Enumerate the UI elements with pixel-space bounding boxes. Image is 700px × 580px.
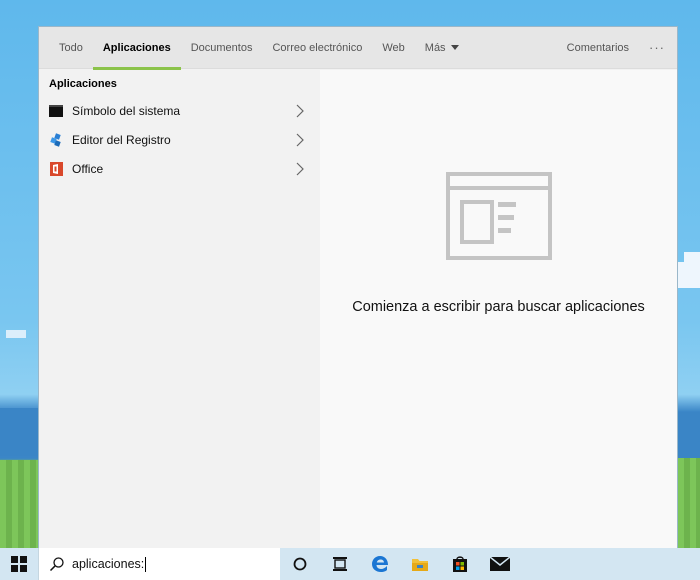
result-item-label: Office	[72, 161, 104, 176]
preview-pane: Comienza a escribir para buscar aplicaci…	[320, 70, 677, 548]
empty-state-hint: Comienza a escribir para buscar aplicaci…	[352, 299, 645, 315]
tab-label: Web	[382, 41, 405, 54]
chevron-right-icon[interactable]	[296, 162, 304, 176]
result-item-label: Editor del Registro	[72, 132, 171, 147]
more-options-icon[interactable]: ···	[639, 40, 677, 55]
app-window-icon	[446, 172, 552, 260]
store-icon[interactable]	[440, 548, 480, 580]
search-flyout: Todo Aplicaciones Documentos Correo elec…	[38, 26, 678, 548]
file-explorer-icon[interactable]	[400, 548, 440, 580]
tab-web[interactable]: Web	[372, 27, 414, 69]
search-icon	[49, 557, 64, 572]
result-item-label: Símbolo del sistema	[72, 103, 181, 118]
tab-documentos[interactable]: Documentos	[181, 27, 263, 69]
tab-todo[interactable]: Todo	[39, 27, 93, 69]
tab-correo-electronico[interactable]: Correo electrónico	[262, 27, 372, 69]
feedback-link[interactable]: Comentarios	[557, 42, 639, 54]
result-item-simbolo-del-sistema[interactable]: Símbolo del sistema	[39, 96, 320, 125]
tab-label: Aplicaciones	[102, 41, 171, 54]
search-input-text: aplicaciones:	[72, 557, 145, 571]
chevron-right-icon[interactable]	[296, 104, 304, 118]
tab-label: Correo electrónico	[272, 41, 363, 54]
results-pane: Aplicaciones Símbolo del sistema Editor …	[39, 70, 320, 548]
caret-down-icon	[450, 45, 459, 50]
cortana-icon[interactable]	[280, 548, 320, 580]
tab-mas-dropdown[interactable]: Más	[415, 27, 469, 69]
result-item-office[interactable]: Office	[39, 154, 320, 183]
text-cursor	[145, 556, 147, 572]
taskbar-search-box[interactable]: aplicaciones:	[38, 548, 280, 580]
registry-editor-icon	[49, 132, 63, 147]
chevron-right-icon[interactable]	[296, 133, 304, 147]
tab-label: Más	[424, 41, 446, 54]
mail-icon[interactable]	[480, 548, 520, 580]
tab-label: Todo	[59, 41, 83, 54]
edge-icon[interactable]	[360, 548, 400, 580]
tab-aplicaciones[interactable]: Aplicaciones	[92, 27, 181, 70]
office-icon	[49, 161, 63, 176]
tab-label: Documentos	[190, 41, 253, 54]
results-section-title: Aplicaciones	[49, 78, 117, 90]
command-prompt-icon	[49, 104, 63, 118]
result-item-editor-del-registro[interactable]: Editor del Registro	[39, 125, 320, 154]
windows-start-icon[interactable]	[0, 548, 38, 580]
taskbar: aplicaciones:	[0, 548, 700, 580]
task-view-icon[interactable]	[320, 548, 360, 580]
search-scope-tabs: Todo Aplicaciones Documentos Correo elec…	[39, 27, 677, 70]
